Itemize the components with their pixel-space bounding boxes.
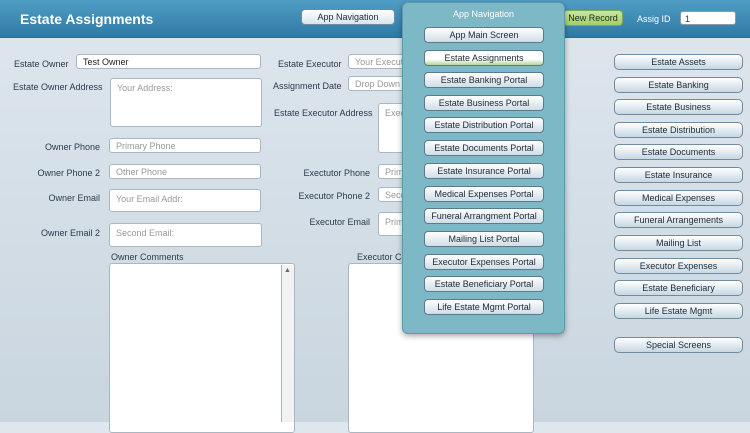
page-title: Estate Assignments	[20, 11, 154, 27]
assignment-date-label: Assignment Date	[273, 81, 342, 91]
popup-item-estate-distribution-portal[interactable]: Estate Distribution Portal	[424, 117, 544, 133]
owner-phone-label: Owner Phone	[44, 142, 100, 152]
assig-id-label: Assig ID	[637, 14, 671, 24]
owner-phone2-field[interactable]: Other Phone	[109, 164, 261, 179]
executor-phone2-label: Executor Phone 2	[298, 191, 370, 201]
executor-phone-label: Exectutor Phone	[303, 168, 370, 178]
assig-id-field[interactable]: 1	[680, 11, 736, 25]
executor-comments-label: Executor Comments	[357, 252, 405, 262]
estate-owner-field[interactable]: Test Owner	[76, 54, 261, 69]
nav-estate-insurance-button[interactable]: Estate Insurance	[614, 167, 743, 183]
assignment-date-field[interactable]: Drop Down	[348, 76, 408, 91]
popup-item-medical-expenses-portal[interactable]: Medical Expenses Portal	[424, 186, 544, 202]
nav-medical-expenses-button[interactable]: Medical Expenses	[614, 190, 743, 206]
popup-item-estate-documents-portal[interactable]: Estate Documents Portal	[424, 140, 544, 156]
popup-item-estate-assignments[interactable]: Estate Assignments	[424, 50, 544, 66]
popup-title: App Navigation	[452, 9, 515, 19]
popup-item-estate-banking-portal[interactable]: Estate Banking Portal	[424, 72, 544, 88]
owner-phone2-label: Owner Phone 2	[37, 168, 100, 178]
executor-email-label: Executor Email	[309, 217, 370, 227]
nav-estate-documents-button[interactable]: Estate Documents	[614, 144, 743, 160]
popup-item-estate-business-portal[interactable]: Estate Business Portal	[424, 95, 544, 111]
nav-estate-business-button[interactable]: Estate Business	[614, 99, 743, 115]
executor-address-label: Estate Executor Address	[274, 108, 373, 118]
estate-executor-label: Estate Executor	[278, 59, 342, 69]
owner-comments-label: Owner Comments	[111, 252, 184, 262]
popup-item-life-estate-mgmt-portal[interactable]: Life Estate Mgmt Portal	[424, 299, 544, 315]
owner-comments-field[interactable]	[109, 263, 295, 433]
estate-owner-label: Estate Owner	[14, 59, 69, 69]
nav-estate-assets-button[interactable]: Estate Assets	[614, 54, 743, 70]
popup-item-funeral-arrangment-portal[interactable]: Funeral Arrangment Portal	[424, 208, 544, 224]
owner-email2-field[interactable]: Second Email:	[109, 223, 262, 247]
owner-email2-label: Owner Email 2	[40, 228, 100, 238]
app-navigation-popup: App Navigation App Main Screen Estate As…	[402, 2, 565, 334]
nav-special-screens-button[interactable]: Special Screens	[614, 337, 743, 353]
app-navigation-button[interactable]: App Navigation	[301, 9, 395, 25]
nav-estate-banking-button[interactable]: Estate Banking	[614, 77, 743, 93]
nav-life-estate-mgmt-button[interactable]: Life Estate Mgmt	[614, 303, 743, 319]
header-bar: Estate Assignments App Navigation New Re…	[0, 0, 750, 38]
nav-mailing-list-button[interactable]: Mailing List	[614, 235, 743, 251]
nav-executor-expenses-button[interactable]: Executor Expenses	[614, 258, 743, 274]
scroll-up-arrow-icon[interactable]: ▲	[284, 267, 291, 274]
nav-estate-beneficiary-button[interactable]: Estate Beneficiary	[614, 280, 743, 296]
owner-address-field[interactable]: Your Address:	[110, 78, 262, 127]
comments-scrollbar[interactable]: ▲	[281, 265, 294, 422]
owner-email-field[interactable]: Your Email Addr:	[109, 189, 261, 212]
owner-phone-field[interactable]: Primary Phone	[109, 138, 261, 153]
estate-executor-field[interactable]: Your Executor	[348, 54, 408, 69]
popup-item-estate-beneficiary-portal[interactable]: Estate Beneficiary Portal	[424, 276, 544, 292]
popup-item-mailing-list-portal[interactable]: Mailing List Portal	[424, 231, 544, 247]
owner-email-label: Owner Email	[48, 193, 100, 203]
new-record-button[interactable]: New Record	[563, 10, 623, 26]
nav-estate-distribution-button[interactable]: Estate Distribution	[614, 122, 743, 138]
popup-item-estate-insurance-portal[interactable]: Estate Insurance Portal	[424, 163, 544, 179]
owner-address-label: Estate Owner Address	[13, 82, 103, 92]
popup-item-executor-expenses-portal[interactable]: Executor Expenses Portal	[424, 254, 544, 270]
nav-funeral-arrangements-button[interactable]: Funeral Arrangements	[614, 212, 743, 228]
popup-item-app-main-screen[interactable]: App Main Screen	[424, 27, 544, 43]
